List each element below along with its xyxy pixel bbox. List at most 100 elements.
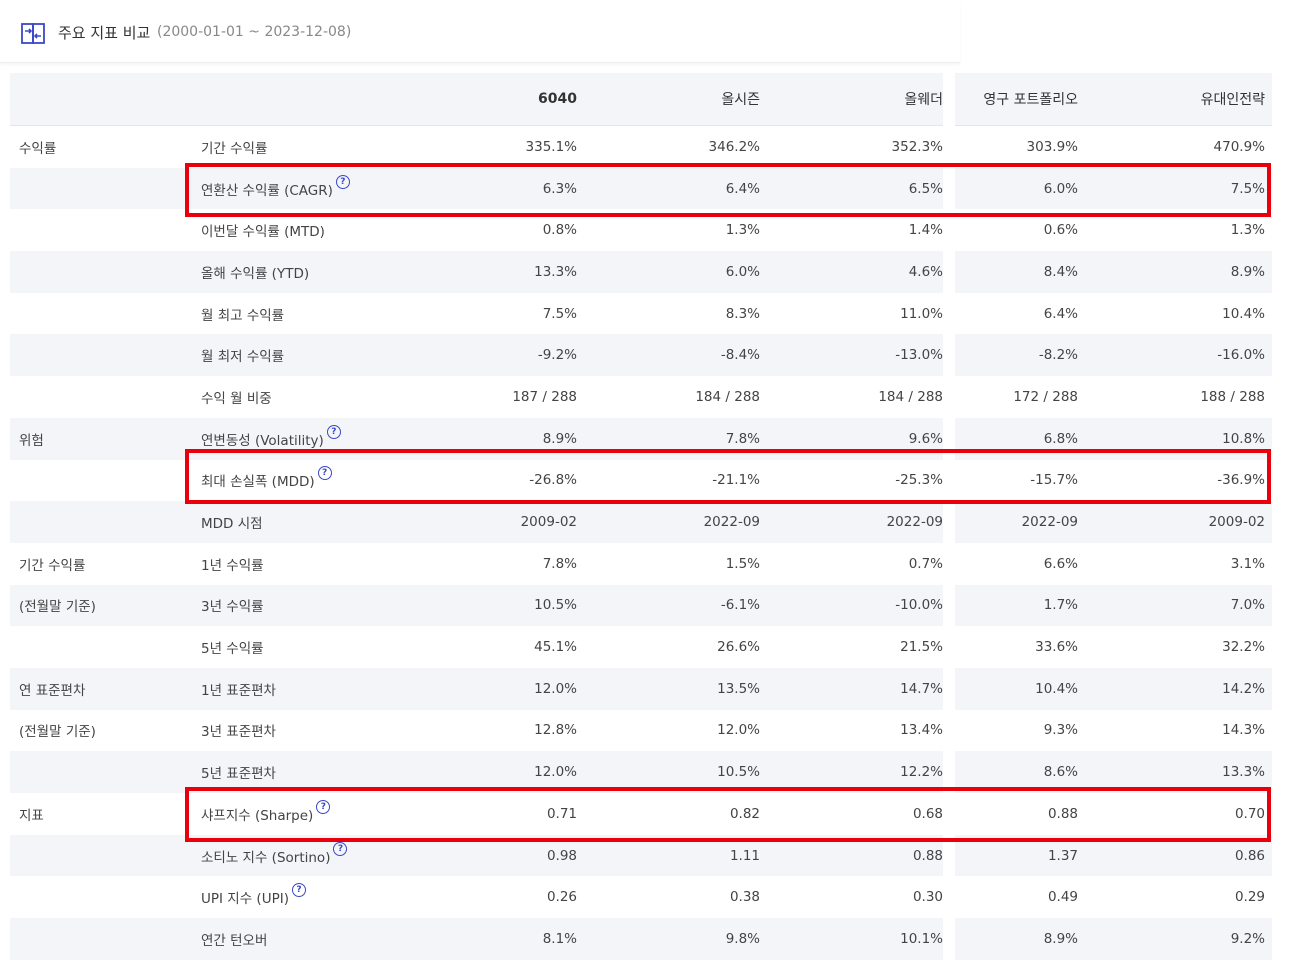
value-cell: 9.3%: [1043, 722, 1078, 739]
table-row: 5년 수익률 45.1% 26.6% 21.5% 33.6% 32.2%: [10, 626, 1272, 668]
value-cell: 14.7%: [900, 680, 943, 697]
table-row: (전월말 기준) 3년 표준편차 12.8% 12.0% 13.4% 9.3% 14.3%: [10, 710, 1272, 752]
value-cell: 12.0%: [534, 680, 577, 697]
metric-label: 기간 수익률: [201, 140, 268, 157]
value-cell: 0.29: [1234, 889, 1265, 906]
row-category: [19, 376, 189, 418]
table-row: 기간 수익률 1년 수익률 7.8% 1.5% 0.7% 6.6% 3.1%: [10, 543, 1272, 585]
metric-label: 이번달 수익률 (MTD): [201, 224, 325, 241]
value-cell: 8.1%: [542, 930, 577, 947]
value-cell: 10.1%: [900, 930, 943, 947]
row-category: [19, 835, 189, 877]
metric-label: 1년 표준편차: [201, 682, 276, 699]
value-cell: 184 / 288: [695, 388, 760, 405]
value-cell: 0.26: [546, 889, 577, 906]
value-cell: 8.4%: [1043, 263, 1078, 280]
column-header-permanent: 영구 포트폴리오: [983, 92, 1078, 108]
row-category: 기간 수익률: [19, 557, 86, 574]
row-category: (전월말 기준): [19, 599, 96, 616]
value-cell: 184 / 288: [878, 388, 943, 405]
value-cell: 33.6%: [1035, 639, 1078, 656]
value-cell: 7.0%: [1230, 597, 1265, 614]
value-cell: 11.0%: [900, 305, 943, 322]
value-cell: 303.9%: [1026, 138, 1078, 155]
value-cell: 32.2%: [1222, 639, 1265, 656]
row-category: [19, 293, 189, 335]
value-cell: 7.8%: [542, 555, 577, 572]
value-cell: -9.2%: [537, 347, 577, 364]
table-row: 수익 월 비중 187 / 288 184 / 288 184 / 288 172 / …: [10, 376, 1272, 418]
row-category: [19, 751, 189, 793]
value-cell: 172 / 288: [1013, 388, 1078, 405]
row-category: [19, 251, 189, 293]
page-title: 주요 지표 비교: [58, 24, 151, 42]
value-cell: 45.1%: [534, 639, 577, 656]
row-category: [19, 209, 189, 251]
help-icon[interactable]: ?: [291, 883, 306, 898]
value-cell: 188 / 288: [1200, 388, 1265, 405]
value-cell: -16.0%: [1217, 347, 1265, 364]
value-cell: 346.2%: [708, 138, 760, 155]
column-header-all-weather: 올웨더: [904, 92, 943, 108]
highlight-sharpe: [185, 787, 1271, 842]
highlight-cagr: [185, 163, 1271, 217]
value-cell: 2022-09: [1021, 514, 1078, 531]
value-cell: 0.30: [912, 889, 943, 906]
value-cell: 470.9%: [1213, 138, 1265, 155]
value-cell: 14.3%: [1222, 722, 1265, 739]
value-cell: 0.38: [729, 889, 760, 906]
table-row: MDD 시점 2009-02 2022-09 2022-09 2022-09 2009-0…: [10, 501, 1272, 543]
row-category: [19, 626, 189, 668]
value-cell: -13.0%: [895, 347, 943, 364]
metric-label: 3년 표준편차: [201, 724, 276, 741]
table-row: (전월말 기준) 3년 수익률 10.5% -6.1% -10.0% 1.7% 7.0%: [10, 584, 1272, 627]
value-cell: 12.8%: [534, 722, 577, 739]
value-cell: -10.0%: [895, 597, 943, 614]
metric-label: 올해 수익률 (YTD): [201, 265, 310, 282]
row-category: [19, 501, 189, 543]
table-header-row: 6040 올시즌 올웨더 영구 포트폴리오 유대인전략: [10, 73, 1272, 126]
value-cell: 13.4%: [900, 722, 943, 739]
column-header-6040: 6040: [538, 91, 577, 107]
value-cell: 2022-09: [703, 514, 760, 531]
row-category: 위험: [19, 432, 44, 449]
row-category: [19, 876, 189, 918]
value-cell: 1.7%: [1043, 597, 1078, 614]
metric-label: 5년 수익률: [201, 641, 264, 658]
value-cell: 1.5%: [725, 555, 760, 572]
table-row: 올해 수익률 (YTD) 13.3% 6.0% 4.6% 8.4% 8.9%: [10, 251, 1272, 293]
value-cell: 2022-09: [886, 514, 943, 531]
value-cell: 335.1%: [525, 138, 577, 155]
value-cell: 13.3%: [534, 263, 577, 280]
row-category: [19, 334, 189, 376]
metric-label: UPI 지수 (UPI): [201, 891, 289, 908]
metric-label: 월 최고 수익률: [201, 307, 285, 324]
help-icon[interactable]: ?: [326, 424, 341, 439]
value-cell: 7.5%: [542, 305, 577, 322]
value-cell: 10.4%: [1035, 680, 1078, 697]
table-row: UPI 지수 (UPI)? 0.26 0.38 0.30 0.49 0.29: [10, 876, 1272, 918]
table-row: 연간 턴오버 8.1% 9.8% 10.1% 8.9% 9.2%: [10, 918, 1272, 960]
value-cell: 6.0%: [725, 263, 760, 280]
row-category: [19, 460, 189, 502]
row-category: 연 표준편차: [19, 682, 86, 699]
metric-label: 소티노 지수 (Sortino): [201, 849, 331, 866]
column-header-all-season: 올시즌: [721, 92, 760, 108]
metric-label: 연변동성 (Volatility): [201, 432, 324, 449]
value-cell: 0.7%: [908, 555, 943, 572]
help-icon[interactable]: ?: [333, 841, 348, 856]
date-range: (2000-01-01 ~ 2023-12-08): [157, 24, 352, 40]
value-cell: 12.0%: [717, 722, 760, 739]
table-row: 월 최저 수익률 -9.2% -8.4% -13.0% -8.2% -16.0%: [10, 334, 1272, 376]
value-cell: 14.2%: [1222, 680, 1265, 697]
value-cell: 26.6%: [717, 639, 760, 656]
row-category: (전월말 기준): [19, 724, 96, 741]
value-cell: 4.6%: [908, 263, 943, 280]
metric-label: 연간 턴오버: [201, 932, 268, 949]
value-cell: -8.2%: [1038, 347, 1078, 364]
metric-label: 월 최저 수익률: [201, 349, 285, 366]
table-row: 연 표준편차 1년 표준편차 12.0% 13.5% 14.7% 10.4% 14.2%: [10, 667, 1272, 710]
value-cell: 352.3%: [891, 138, 943, 155]
metric-label: 3년 수익률: [201, 599, 264, 616]
value-cell: -8.4%: [720, 347, 760, 364]
